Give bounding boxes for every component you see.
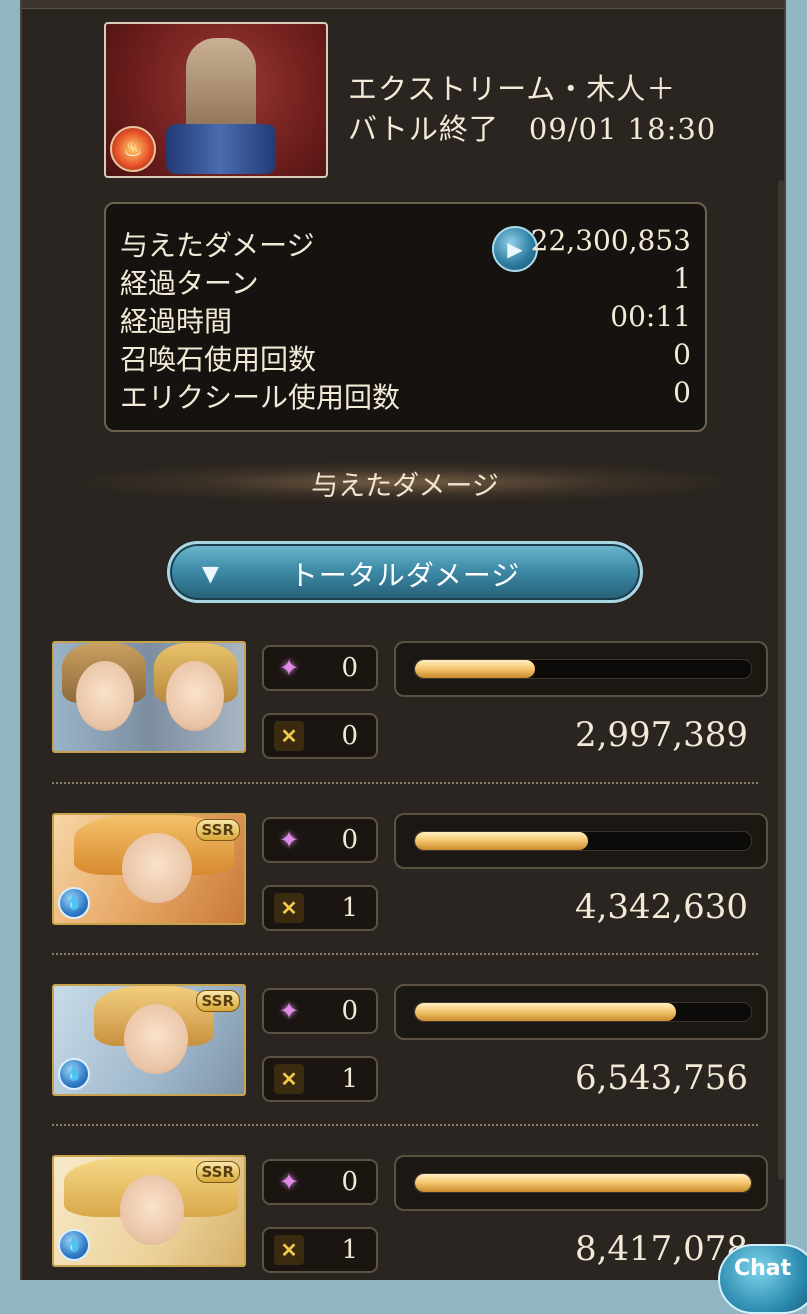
stat-value: 00:11	[610, 300, 691, 333]
stat-label: 経過ターン	[120, 267, 259, 300]
ougi-count: 0	[341, 825, 358, 855]
damage-bar	[394, 984, 768, 1040]
ougi-sparkle-icon: ✦	[278, 654, 300, 682]
stat-label: 与えたダメージ	[120, 229, 315, 262]
water-element-icon: 💧	[58, 1229, 90, 1261]
dropdown-label: トータルダメージ	[289, 559, 521, 592]
ougi-counter: ✦ 0	[262, 645, 378, 691]
section-title: 与えたダメージ	[311, 471, 499, 502]
ougi-counter: ✦ 0	[262, 988, 378, 1034]
character-portrait[interactable]: SSR 💧	[52, 984, 246, 1096]
chain-counter: ✕ 0	[262, 713, 378, 759]
damage-value: 6,543,756	[574, 1058, 748, 1098]
stat-value: 0	[673, 338, 691, 371]
chain-count: 0	[341, 721, 358, 751]
chain-count: 1	[341, 893, 358, 923]
ougi-sparkle-icon: ✦	[278, 997, 300, 1025]
portrait-face	[76, 661, 134, 731]
ougi-counter: ✦ 0	[262, 817, 378, 863]
character-portrait[interactable]: SSR 💧	[52, 813, 246, 925]
damage-value: 2,997,389	[574, 715, 748, 755]
stat-row-elixirs: エリクシール使用回数 0	[120, 376, 691, 414]
row-divider	[52, 953, 758, 955]
portrait-face	[124, 1004, 188, 1074]
chain-burst-icon: ✕	[274, 893, 304, 923]
chain-burst-icon: ✕	[274, 1235, 304, 1265]
chain-count: 1	[341, 1235, 358, 1265]
ougi-counter: ✦ 0	[262, 1159, 378, 1205]
damage-bar	[394, 813, 768, 869]
character-portrait[interactable]	[52, 641, 246, 753]
chain-counter: ✕ 1	[262, 1056, 378, 1102]
fire-element-icon: ♨	[110, 126, 156, 172]
stat-row-time: 経過時間 00:11	[120, 300, 691, 338]
stat-value: 0	[673, 376, 691, 409]
damage-bar-fill	[415, 1003, 677, 1021]
character-damage-row: SSR 💧 ✦ 0 ✕ 1 6,543,756	[52, 984, 768, 1134]
damage-bar	[394, 641, 768, 697]
damage-bar-track	[414, 831, 752, 851]
damage-bar	[394, 1155, 768, 1211]
stat-row-summons: 召喚石使用回数 0	[120, 338, 691, 376]
quest-status: バトル終了 09/01 18:30	[348, 112, 717, 146]
water-element-icon: 💧	[58, 1058, 90, 1090]
chain-burst-icon: ✕	[274, 721, 304, 751]
chain-burst-icon: ✕	[274, 1064, 304, 1094]
damage-value: 4,342,630	[574, 887, 748, 927]
damage-bar-track	[414, 659, 752, 679]
ougi-count: 0	[341, 653, 358, 683]
quest-boss-thumbnail: ♨	[104, 22, 328, 178]
battle-result-panel: ♨ エクストリーム・木人＋ バトル終了 09/01 18:30 与えたダメージ …	[20, 0, 786, 1280]
portrait-face	[166, 661, 224, 731]
ougi-count: 0	[341, 996, 358, 1026]
stat-value: 1	[673, 262, 691, 295]
damage-bar-track	[414, 1002, 752, 1022]
chain-counter: ✕ 1	[262, 1227, 378, 1273]
stat-row-damage: 与えたダメージ ▶ 22,300,853	[120, 224, 691, 272]
water-element-icon: 💧	[58, 887, 90, 919]
character-damage-row: SSR 💧 ✦ 0 ✕ 1 4,342,630	[52, 813, 768, 963]
ssr-badge: SSR	[195, 1161, 240, 1183]
stat-label: 経過時間	[120, 305, 233, 338]
character-damage-row: SSR 💧 ✦ 0 ✕ 1 8,417,078	[52, 1155, 768, 1280]
chat-button[interactable]: Chat	[718, 1244, 807, 1314]
quest-name: エクストリーム・木人＋	[348, 72, 677, 106]
chain-count: 1	[341, 1064, 358, 1094]
ougi-sparkle-icon: ✦	[278, 1168, 300, 1196]
battle-stats-box: 与えたダメージ ▶ 22,300,853 経過ターン 1 経過時間 00:11 …	[104, 202, 707, 432]
ssr-badge: SSR	[195, 819, 240, 841]
ougi-sparkle-icon: ✦	[278, 826, 300, 854]
stat-row-turns: 経過ターン 1	[120, 262, 691, 300]
chat-label: Chat	[734, 1256, 792, 1281]
scrollbar[interactable]	[778, 180, 784, 1180]
damage-type-dropdown[interactable]: ▼ トータルダメージ	[167, 541, 643, 603]
stat-label: エリクシール使用回数	[120, 381, 401, 414]
top-border	[22, 0, 784, 9]
stat-value: 22,300,853	[530, 224, 691, 257]
damage-bar-track	[414, 1173, 752, 1193]
character-portrait[interactable]: SSR 💧	[52, 1155, 246, 1267]
ougi-count: 0	[341, 1167, 358, 1197]
ssr-badge: SSR	[195, 990, 240, 1012]
portrait-face	[120, 1175, 184, 1245]
damage-bar-fill	[415, 832, 589, 850]
character-damage-row: ✦ 0 ✕ 0 2,997,389	[52, 641, 768, 791]
chain-counter: ✕ 1	[262, 885, 378, 931]
row-divider	[52, 1124, 758, 1126]
damage-bar-fill	[415, 1174, 751, 1192]
row-divider	[52, 782, 758, 784]
stat-label: 召喚石使用回数	[120, 343, 317, 376]
training-dummy-image	[186, 38, 256, 138]
dummy-base-image	[166, 124, 276, 174]
portrait-face	[122, 833, 192, 903]
damage-bar-fill	[415, 660, 535, 678]
